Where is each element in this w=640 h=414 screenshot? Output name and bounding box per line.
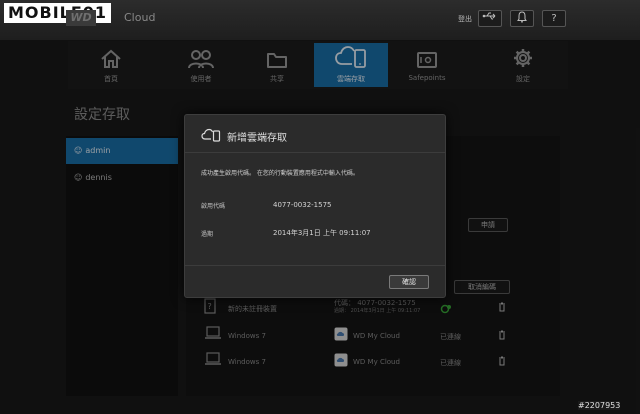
add-cloud-access-dialog: 新增雲端存取 成功產生啟用代碼。 在您的行動裝置應用程式中輸入代碼。 啟用代碼 …	[184, 114, 446, 298]
image-id-label: #2207953	[578, 401, 621, 410]
brand-logo: WD Cloud	[66, 8, 155, 30]
logout-link[interactable]: 登出	[458, 14, 472, 24]
activation-code-value: 4077-0032-1575	[273, 201, 332, 209]
expiry-value: 2014年3月1日 上午 09:11:07	[273, 229, 371, 237]
dialog-divider	[185, 265, 445, 266]
bell-icon	[517, 11, 527, 23]
expiry-label: 過期	[201, 231, 214, 238]
brand-cloud-text: Cloud	[124, 11, 156, 24]
dialog-title: 新增雲端存取	[227, 133, 287, 144]
usb-button[interactable]	[478, 10, 502, 27]
usb-icon	[482, 12, 496, 20]
ok-button[interactable]: 確認	[389, 275, 429, 289]
dialog-message: 成功產生啟用代碼。 在您的行動裝置應用程式中輸入代碼。	[201, 170, 359, 177]
activation-code-label: 啟用代碼	[201, 203, 226, 210]
wd-logo-icon: WD	[66, 10, 96, 26]
top-bar: MOBILE01 WD Cloud 登出 ?	[0, 0, 640, 40]
dialog-header: 新增雲端存取	[185, 115, 445, 153]
cloud-device-icon	[201, 128, 221, 144]
notification-button[interactable]	[510, 10, 534, 27]
help-button[interactable]: ?	[542, 10, 566, 27]
